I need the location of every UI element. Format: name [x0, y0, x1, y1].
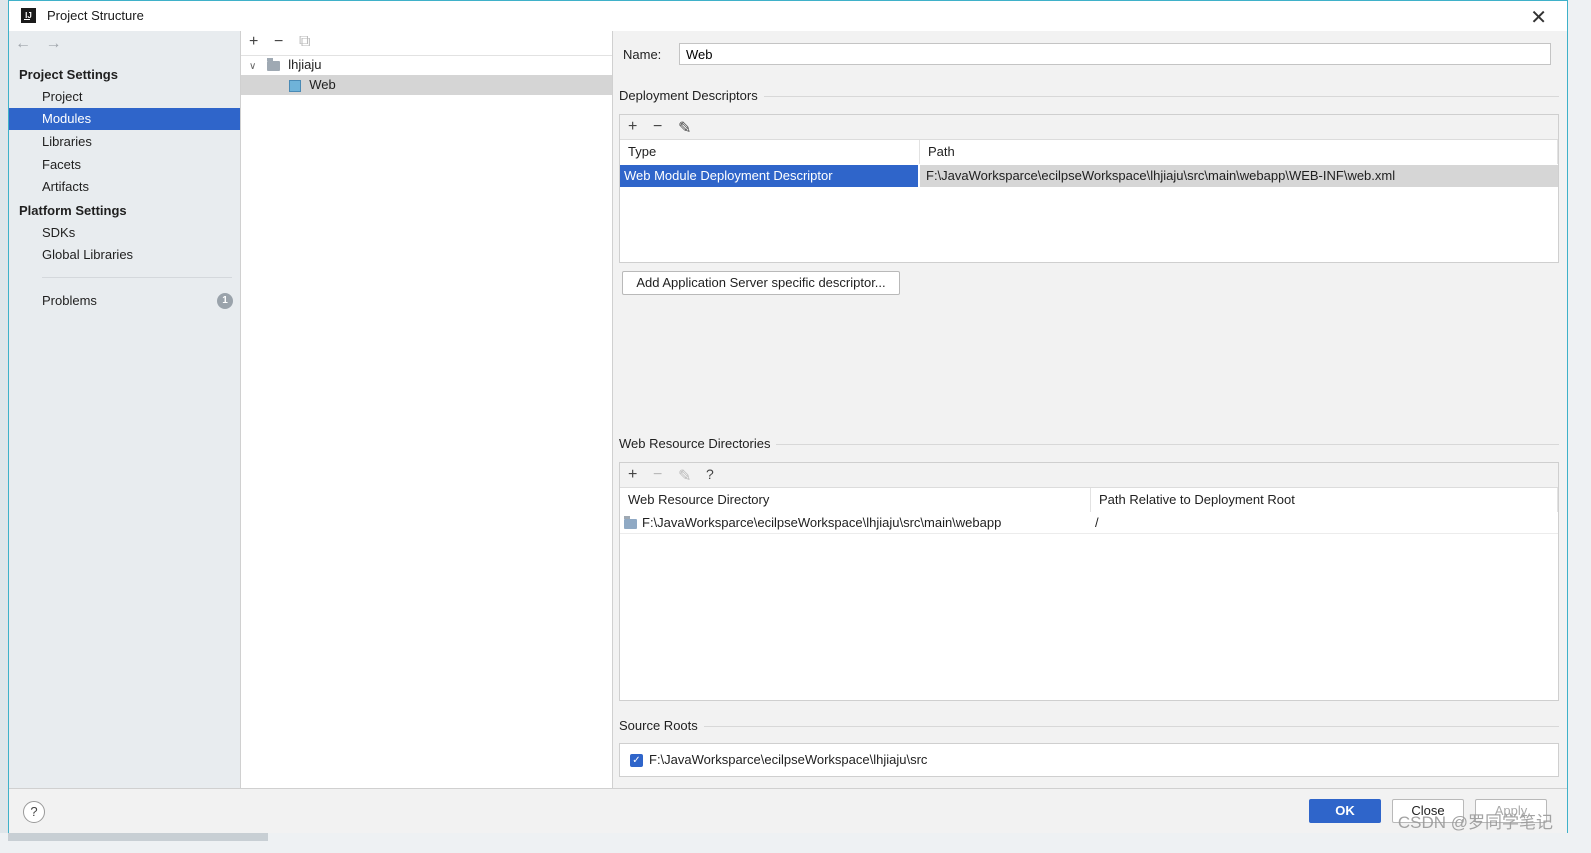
copy-module-icon[interactable]: ⧉	[299, 33, 310, 51]
module-tree-pane: + − ⧉ ∨ lhjiaju Web	[241, 31, 726, 788]
edit-descriptor-icon[interactable]: ✎	[678, 118, 691, 138]
source-root-path: F:\JavaWorksparce\ecilpseWorkspace\lhjia…	[649, 752, 928, 767]
problems-label: Problems	[42, 293, 97, 308]
desktop-right-edge	[1568, 0, 1591, 853]
dialog-title: Project Structure	[47, 8, 144, 23]
csdn-watermark: CSDN @罗同学笔记	[1397, 813, 1553, 832]
column-header-web-resource-directory[interactable]: Web Resource Directory	[620, 488, 1091, 512]
sidebar-item-libraries[interactable]: Libraries	[9, 131, 240, 153]
descriptor-path-cell[interactable]: F:\JavaWorksparce\ecilpseWorkspace\lhjia…	[920, 165, 1558, 187]
sidebar-item-global-libraries[interactable]: Global Libraries	[9, 244, 240, 266]
close-icon[interactable]: ✕	[1530, 5, 1547, 30]
dialog-footer: ? OK Close Apply CSDN @罗同学笔记	[9, 788, 1567, 833]
intellij-logo-icon: IJ	[21, 8, 36, 23]
add-descriptor-icon[interactable]: +	[628, 118, 637, 136]
sidebar-divider	[42, 277, 232, 278]
name-label: Name:	[623, 47, 662, 62]
chevron-down-icon[interactable]: ∨	[249, 57, 263, 77]
tree-node-web[interactable]: Web	[241, 75, 612, 95]
sidebar-item-project[interactable]: Project	[9, 86, 240, 108]
tree-toolbar: + − ⧉	[241, 31, 612, 56]
platform-settings-heading: Platform Settings	[19, 203, 127, 218]
tree-node-label: lhjiaju	[288, 57, 322, 72]
deployment-descriptors-table: + − ✎ Type Path Web Module Deployment De…	[619, 114, 1559, 263]
deployment-descriptors-title: Deployment Descriptors	[619, 88, 764, 103]
resources-toolbar: + − ✎ ?	[620, 463, 1558, 488]
help-resource-icon[interactable]: ?	[706, 466, 714, 482]
sidebar-item-modules[interactable]: Modules	[9, 108, 240, 130]
column-header-type[interactable]: Type	[620, 140, 920, 164]
web-resource-directories-title: Web Resource Directories	[619, 436, 777, 451]
add-module-icon[interactable]: +	[249, 33, 258, 51]
source-roots-list: ✓ F:\JavaWorksparce\ecilpseWorkspace\lhji…	[619, 743, 1559, 777]
desktop-left-edge	[0, 0, 8, 853]
descriptor-type-cell[interactable]: Web Module Deployment Descriptor	[620, 165, 918, 187]
sidebar-item-facets[interactable]: Facets	[9, 154, 240, 176]
source-roots-group-line	[619, 726, 1559, 727]
source-root-item[interactable]: ✓ F:\JavaWorksparce\ecilpseWorkspace\lhji…	[626, 749, 1526, 771]
web-resource-table: + − ✎ ? Web Resource Directory Path Rela…	[619, 462, 1559, 701]
history-navigation: ← →	[15, 35, 71, 53]
help-icon[interactable]: ?	[23, 801, 45, 823]
source-roots-title: Source Roots	[619, 718, 704, 733]
problems-count-badge: 1	[217, 293, 233, 309]
project-structure-dialog: IJ Project Structure ✕ ← → Project Setti…	[8, 0, 1568, 833]
web-facet-settings: Name: Deployment Descriptors + − ✎ Type …	[613, 31, 1567, 788]
sidebar-item-artifacts[interactable]: Artifacts	[9, 176, 240, 198]
resource-relative-cell[interactable]: /	[1091, 512, 1558, 534]
resource-directory-cell[interactable]: F:\JavaWorksparce\ecilpseWorkspace\lhjia…	[620, 512, 1091, 534]
remove-descriptor-icon[interactable]: −	[653, 118, 662, 136]
settings-sidebar: ← → Project Settings Project Modules Lib…	[9, 31, 241, 788]
title-bar: IJ Project Structure ✕	[9, 1, 1567, 31]
web-folder-icon	[624, 515, 637, 529]
add-resource-icon[interactable]: +	[628, 466, 637, 484]
resource-directory-path: F:\JavaWorksparce\ecilpseWorkspace\lhjia…	[642, 515, 1002, 530]
forward-arrow-icon[interactable]: →	[45, 35, 71, 53]
name-field[interactable]	[679, 43, 1551, 65]
sidebar-item-problems[interactable]: Problems 1	[9, 290, 240, 312]
back-arrow-icon[interactable]: ←	[15, 35, 41, 53]
sidebar-item-sdks[interactable]: SDKs	[9, 222, 240, 244]
deployment-toolbar: + − ✎	[620, 115, 1558, 140]
edit-resource-icon[interactable]: ✎	[678, 466, 691, 486]
tree-node-label: Web	[309, 77, 336, 92]
remove-resource-icon[interactable]: −	[653, 466, 662, 484]
module-folder-icon	[266, 57, 280, 71]
add-server-descriptor-button[interactable]: Add Application Server specific descript…	[622, 271, 900, 295]
ok-button[interactable]: OK	[1309, 799, 1381, 823]
column-header-relative-path[interactable]: Path Relative to Deployment Root	[1091, 488, 1558, 512]
source-root-checkbox[interactable]: ✓	[630, 754, 643, 768]
desktop-scrollbar[interactable]	[8, 833, 268, 841]
web-facet-icon	[288, 79, 301, 92]
project-settings-heading: Project Settings	[19, 67, 118, 82]
remove-module-icon[interactable]: −	[274, 33, 283, 51]
column-header-path[interactable]: Path	[920, 140, 1558, 164]
tree-node-lhjiaju[interactable]: ∨ lhjiaju	[241, 55, 612, 75]
